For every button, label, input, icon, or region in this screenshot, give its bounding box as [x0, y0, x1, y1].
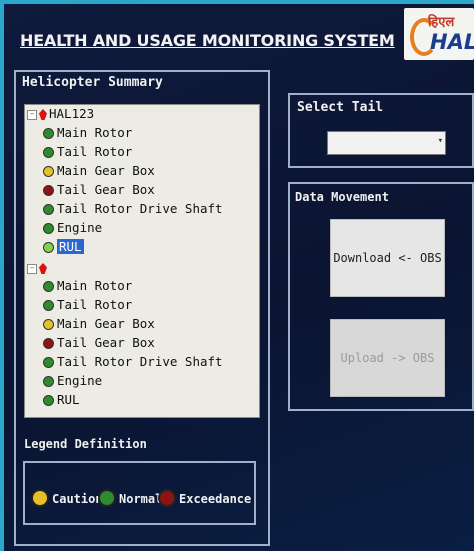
status-normal-icon: [43, 147, 54, 158]
tree-item[interactable]: Main Gear Box: [43, 315, 155, 333]
tree-item-selected[interactable]: RUL: [43, 238, 84, 256]
tree-item[interactable]: RUL: [43, 391, 80, 409]
exceedance-icon: [158, 489, 176, 507]
page-title: HEALTH AND USAGE MONITORING SYSTEM: [20, 31, 395, 50]
hal-logo: हिएल HAL: [404, 8, 474, 60]
status-normal-icon: [43, 204, 54, 215]
tree-item-label: Tail Rotor: [57, 297, 133, 312]
tree-item[interactable]: Main Rotor: [43, 124, 132, 142]
status-normal-icon: [43, 376, 54, 387]
status-exceedance-icon: [43, 338, 54, 349]
helicopter-icon: [39, 263, 47, 274]
status-caution-icon: [43, 319, 54, 330]
status-normal-icon: [43, 223, 54, 234]
tree-item-label: Engine: [57, 373, 103, 388]
tree-aircraft-node[interactable]: − HAL123: [27, 105, 94, 123]
upload-button[interactable]: Upload -> OBS: [330, 319, 445, 397]
tree-item-label: Tail Gear Box: [57, 335, 155, 350]
tree-aircraft-node[interactable]: −: [27, 259, 49, 277]
tree-item[interactable]: Engine: [43, 372, 102, 390]
tree-item-label: RUL: [57, 239, 84, 254]
tree-item-label: RUL: [57, 392, 80, 407]
tree-item-label: Tail Rotor Drive Shaft: [57, 354, 223, 369]
tree-item-label: Tail Gear Box: [57, 182, 155, 197]
tree-item[interactable]: Tail Rotor: [43, 296, 132, 314]
legend-normal-label: Normal: [119, 492, 163, 506]
status-normal-icon: [43, 300, 54, 311]
status-normal-icon: [43, 242, 54, 253]
tree-item-label: Main Rotor: [57, 125, 133, 140]
collapse-icon[interactable]: −: [27, 263, 37, 274]
tree-item-label: Engine: [57, 220, 103, 235]
collapse-icon[interactable]: −: [27, 109, 37, 120]
legend-caution-label: Caution: [52, 492, 103, 506]
tree-item-label: Main Rotor: [57, 278, 133, 293]
legend-title: Legend Definition: [24, 437, 147, 451]
status-exceedance-icon: [43, 185, 54, 196]
tail-select-dropdown[interactable]: ▾: [327, 131, 446, 155]
tree-item-label: Tail Rotor: [57, 144, 133, 159]
select-tail-title: Select Tail: [297, 100, 384, 115]
tree-item-label: Main Gear Box: [57, 163, 155, 178]
legend-exceedance-label: Exceedance: [179, 492, 252, 506]
helicopter-summary-title: Helicopter Summary: [22, 75, 163, 90]
status-caution-icon: [43, 166, 54, 177]
legend-box: Caution Normal Exceedance: [23, 461, 256, 525]
logo-hal-text: HAL: [430, 30, 474, 54]
status-normal-icon: [43, 128, 54, 139]
tree-item[interactable]: Tail Gear Box: [43, 181, 155, 199]
tree-item[interactable]: Main Rotor: [43, 277, 132, 295]
tree-item[interactable]: Tail Rotor Drive Shaft: [43, 353, 223, 371]
dropdown-arrow-icon[interactable]: ▾: [438, 136, 443, 146]
normal-icon: [98, 489, 116, 507]
helicopter-tree[interactable]: − HAL123 Main Rotor Tail Rotor Main Gear …: [24, 104, 260, 418]
tree-item[interactable]: Engine: [43, 219, 102, 237]
tree-item[interactable]: Tail Rotor: [43, 143, 132, 161]
helicopter-icon: [39, 109, 47, 120]
status-normal-icon: [43, 357, 54, 368]
data-movement-title: Data Movement: [295, 190, 389, 204]
tree-item-label: Main Gear Box: [57, 316, 155, 331]
caution-icon: [31, 489, 49, 507]
tree-item[interactable]: Tail Rotor Drive Shaft: [43, 200, 223, 218]
tree-item[interactable]: Main Gear Box: [43, 162, 155, 180]
tree-item-label: Tail Rotor Drive Shaft: [57, 201, 223, 216]
download-button[interactable]: Download <- OBS: [330, 219, 445, 297]
status-normal-icon: [43, 281, 54, 292]
status-normal-icon: [43, 395, 54, 406]
logo-hindi-text: हिएल: [428, 15, 455, 30]
tree-aircraft-label: HAL123: [49, 106, 95, 121]
tree-item[interactable]: Tail Gear Box: [43, 334, 155, 352]
